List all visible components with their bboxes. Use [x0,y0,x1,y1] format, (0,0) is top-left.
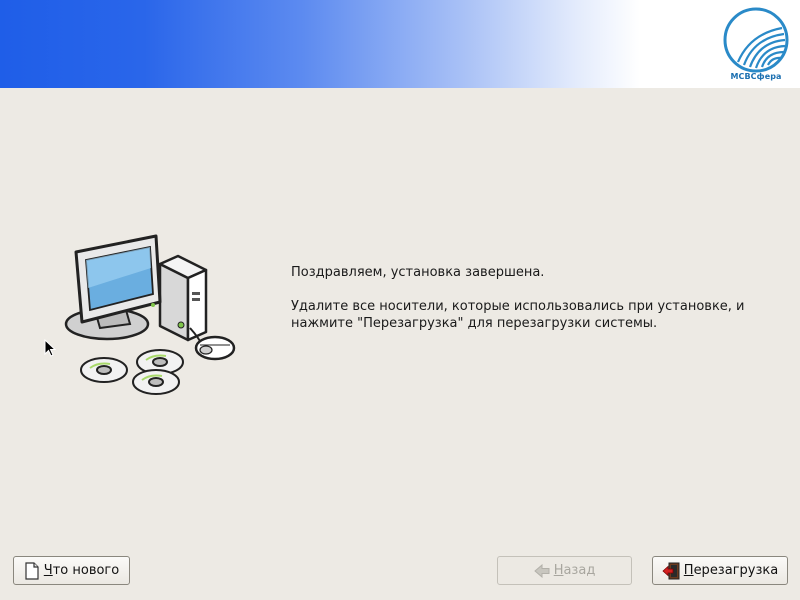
back-label: Назад [553,563,596,578]
document-icon [25,561,39,580]
whats-new-button[interactable]: Что нового [13,556,130,585]
reboot-button[interactable]: Перезагрузка [652,556,788,585]
banner-highlight [665,45,671,47]
mouse-pointer-icon [44,339,56,357]
instruction-line-2: нажмите "Перезагрузка" для перезагрузки … [291,316,658,331]
whats-new-label: Что нового [43,563,120,578]
reboot-label: Перезагрузка [683,563,779,578]
back-arrow-icon [533,563,550,578]
back-button[interactable]: Назад [497,556,632,585]
computer-with-cds-icon [64,234,236,395]
instruction-line-1: Удалите все носители, которые использова… [291,299,745,314]
header-banner: МСВСфера [0,0,800,88]
completion-message: Поздравляем, установка завершена. Удалит… [291,264,771,332]
logo-text: МСВСфера [730,72,782,81]
exit-door-icon [662,562,680,579]
congrats-text: Поздравляем, установка завершена. [291,265,545,280]
